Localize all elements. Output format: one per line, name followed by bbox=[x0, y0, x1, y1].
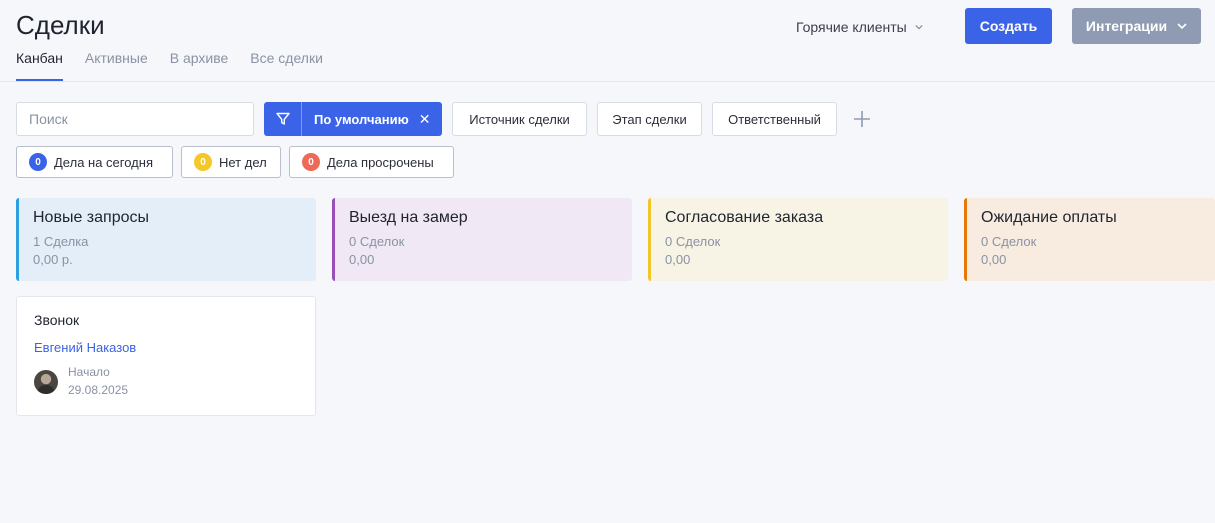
deal-date-label: Начало bbox=[68, 365, 110, 379]
hot-clients-dropdown[interactable]: Горячие клиенты bbox=[796, 19, 923, 35]
search-input[interactable] bbox=[16, 102, 254, 136]
view-tabs: Канбан Активные В архиве Все сделки bbox=[16, 50, 345, 81]
deal-title: Звонок bbox=[34, 312, 80, 328]
count-badge: 0 bbox=[29, 153, 47, 171]
stage-name: Новые запросы bbox=[33, 209, 149, 226]
filter-deal-stage[interactable]: Этап сделки bbox=[597, 102, 702, 136]
stage-sum: 0,00 bbox=[349, 252, 375, 267]
create-button[interactable]: Создать bbox=[965, 8, 1052, 44]
close-icon[interactable]: ✕ bbox=[419, 111, 431, 128]
integrations-label: Интеграции bbox=[1085, 18, 1168, 34]
default-filter-label: По умолчанию bbox=[314, 111, 409, 127]
tab-archive[interactable]: В архиве bbox=[170, 50, 229, 81]
stage-count: 1 Сделка bbox=[33, 234, 89, 249]
chevron-down-icon bbox=[1177, 23, 1187, 30]
chip-label: Нет дел bbox=[219, 154, 267, 170]
stage-order-approval: Согласование заказа 0 Сделок 0,00 bbox=[648, 198, 948, 281]
chip-label: Дела просрочены bbox=[327, 154, 434, 170]
filter-icon bbox=[264, 102, 302, 136]
tab-active[interactable]: Активные bbox=[85, 50, 148, 81]
default-filter-button[interactable]: По умолчанию ✕ bbox=[264, 102, 442, 136]
page-title: Сделки bbox=[16, 10, 105, 40]
avatar bbox=[34, 370, 58, 394]
count-badge: 0 bbox=[194, 153, 212, 171]
stage-count: 0 Сделок bbox=[349, 234, 405, 249]
stage-measurement-visit: Выезд на замер 0 Сделок 0,00 bbox=[332, 198, 632, 281]
stage-sum: 0,00 р. bbox=[33, 252, 73, 267]
tab-kanban[interactable]: Канбан bbox=[16, 50, 63, 81]
filter-deal-source[interactable]: Источник сделки bbox=[452, 102, 587, 136]
stage-count: 0 Сделок bbox=[665, 234, 721, 249]
deal-contact-link[interactable]: Евгений Наказов bbox=[34, 340, 136, 355]
chip-tasks-overdue[interactable]: 0 Дела просрочены bbox=[289, 146, 454, 178]
count-badge: 0 bbox=[302, 153, 320, 171]
deal-card[interactable]: Звонок Евгений Наказов Начало 29.08.2025 bbox=[16, 296, 316, 416]
page-header: Сделки Канбан Активные В архиве Все сдел… bbox=[0, 0, 1215, 82]
stage-sum: 0,00 bbox=[665, 252, 691, 267]
chip-tasks-today[interactable]: 0 Дела на сегодня bbox=[16, 146, 173, 178]
chevron-down-icon bbox=[915, 24, 923, 30]
tab-all-deals[interactable]: Все сделки bbox=[250, 50, 323, 81]
stage-name: Выезд на замер bbox=[349, 209, 468, 226]
integrations-button[interactable]: Интеграции bbox=[1072, 8, 1201, 44]
hot-clients-label: Горячие клиенты bbox=[796, 19, 907, 35]
filter-responsible[interactable]: Ответственный bbox=[712, 102, 837, 136]
stage-sum: 0,00 bbox=[981, 252, 1007, 267]
add-filter-icon[interactable] bbox=[851, 108, 873, 130]
stage-new-requests: Новые запросы 1 Сделка 0,00 р. bbox=[16, 198, 316, 281]
stage-awaiting-payment: Ожидание оплаты 0 Сделок 0,00 bbox=[964, 198, 1215, 281]
deal-date: 29.08.2025 bbox=[68, 383, 129, 397]
chip-no-tasks[interactable]: 0 Нет дел bbox=[181, 146, 281, 178]
stage-name: Согласование заказа bbox=[665, 209, 824, 226]
chip-label: Дела на сегодня bbox=[54, 154, 153, 170]
stage-name: Ожидание оплаты bbox=[981, 209, 1117, 226]
stage-count: 0 Сделок bbox=[981, 234, 1037, 249]
